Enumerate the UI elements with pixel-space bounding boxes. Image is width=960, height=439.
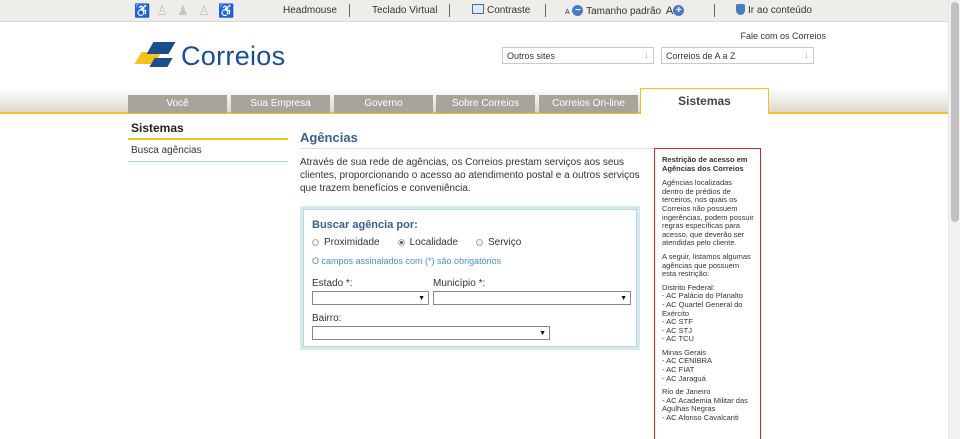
- person-standing-icon: ♙: [198, 3, 210, 18]
- separator: [714, 4, 715, 17]
- small-a-label: A: [565, 9, 570, 16]
- radio-localidade[interactable]: Localidade: [397, 237, 458, 248]
- big-a-label: A: [665, 5, 674, 17]
- radio-label: Proximidade: [324, 237, 380, 248]
- list-item: - AC Quartel General do Exército: [662, 299, 743, 318]
- dropdown-arrow-icon: ▼: [418, 295, 425, 302]
- required-fields-note: O campos assinalados com (*) são obrigat…: [312, 256, 502, 266]
- municipio-select[interactable]: ▼: [433, 291, 631, 305]
- search-title: Buscar agência por:: [312, 219, 418, 231]
- sidebar-title: Sistemas: [128, 118, 288, 140]
- arrow-down-icon: ↓: [643, 49, 650, 61]
- radio-servico[interactable]: Serviço: [475, 237, 522, 248]
- estado-select[interactable]: ▼: [312, 291, 429, 305]
- municipio-label: Município *:: [433, 278, 486, 289]
- bairro-label: Bairro:: [312, 313, 342, 324]
- estado-label: Estado *:: [312, 278, 353, 289]
- list-item: - AC Jaraguá: [662, 373, 706, 383]
- outros-sites-value: Outros sites: [507, 51, 556, 61]
- tamanho-padrao-link[interactable]: Tamanho padrão: [586, 6, 661, 17]
- separator: [545, 4, 546, 17]
- tab-governo[interactable]: Governo: [334, 95, 433, 113]
- ir-ao-conteudo-link[interactable]: Ir ao conteúdo: [736, 4, 812, 17]
- headmouse-link[interactable]: Headmouse: [283, 5, 337, 16]
- restriction-text: Agências localizadas dentro de prédios d…: [662, 178, 754, 248]
- bairro-select[interactable]: ▼: [312, 326, 550, 340]
- dropdown-arrow-icon: ▼: [539, 330, 546, 337]
- accessibility-bar: ♿ ♙ ♟ ♙ ♿ Headmouse Teclado Virtual Cont…: [0, 0, 948, 22]
- search-type-radio-group: Proximidade Localidade Serviço: [312, 237, 539, 248]
- scrollbar-thumb[interactable]: [951, 2, 959, 222]
- restriction-group: Rio de Janeiro - AC Academia Militar das…: [662, 388, 754, 422]
- restriction-group: Minas Gerais - AC CENIBRA - AC FIAT - AC…: [662, 348, 754, 383]
- radio-label: Localidade: [409, 237, 458, 248]
- decrease-font-icon[interactable]: −: [572, 4, 584, 16]
- correios-logo-icon: [134, 40, 176, 72]
- restriction-panel: Restrição de acesso em Agências dos Corr…: [654, 148, 761, 439]
- correios-logo[interactable]: Correios: [134, 40, 286, 72]
- restriction-title: Restrição de acesso em Agências dos Corr…: [662, 155, 748, 173]
- teclado-virtual-link[interactable]: Teclado Virtual: [372, 5, 437, 16]
- tab-sistemas[interactable]: Sistemas: [640, 88, 769, 114]
- restriction-intro: A seguir, listamos algumas agências que …: [662, 251, 751, 279]
- page-title: Agências: [300, 130, 358, 145]
- list-item: - AC Academia Militar das Agulhas Negras: [662, 395, 748, 414]
- correios-az-select[interactable]: Correios de A a Z ↓: [661, 47, 814, 64]
- tab-voce[interactable]: Você: [128, 95, 227, 113]
- dropdown-arrow-icon: ▼: [620, 295, 627, 302]
- logo-text: Correios: [181, 40, 286, 71]
- font-size-controls: A − Tamanho padrão A +: [565, 4, 685, 17]
- separator: [349, 4, 350, 17]
- ir-ao-conteudo-label: Ir ao conteúdo: [748, 5, 812, 17]
- arrow-down-icon: ↓: [803, 49, 810, 61]
- sidebar-item-busca-agencias[interactable]: Busca agências: [128, 142, 288, 162]
- separator: [449, 4, 450, 17]
- radio-label: Serviço: [487, 237, 522, 248]
- page-scrollbar[interactable]: [948, 0, 960, 439]
- shield-icon: [736, 4, 745, 15]
- contraste-label: Contraste: [487, 5, 531, 16]
- tab-sobre-correios[interactable]: Sobre Correios: [436, 95, 535, 113]
- fale-conosco-link[interactable]: Fale com os Correios: [740, 31, 826, 41]
- contraste-link[interactable]: Contraste: [472, 4, 531, 16]
- intro-text: Através de sua rede de agências, os Corr…: [300, 157, 640, 194]
- search-panel: Buscar agência por: Proximidade Localida…: [300, 206, 640, 350]
- elderly-person-icon: ♿: [134, 3, 151, 18]
- parent-child-icon: ♟: [177, 3, 189, 18]
- tab-sua-empresa[interactable]: Sua Empresa: [231, 95, 330, 113]
- radio-proximidade[interactable]: Proximidade: [312, 237, 380, 248]
- increase-font-icon[interactable]: +: [673, 4, 685, 16]
- list-item: - AC TCU: [662, 334, 694, 344]
- restriction-group: Distrito Federal: - AC Palácio do Planal…: [662, 283, 754, 344]
- list-item: - AC Afonso Cavalcanti: [662, 413, 739, 423]
- outros-sites-select[interactable]: Outros sites ↓: [502, 47, 654, 64]
- person-icon: ♙: [156, 3, 168, 18]
- contrast-icon: [472, 4, 484, 15]
- title-divider: [300, 148, 654, 149]
- accessibility-icons: ♿ ♙ ♟ ♙ ♿: [134, 3, 235, 19]
- correios-az-value: Correios de A a Z: [666, 51, 736, 61]
- tab-correios-online[interactable]: Correios On-line: [539, 95, 638, 113]
- wheelchair-icon: ♿: [218, 3, 235, 18]
